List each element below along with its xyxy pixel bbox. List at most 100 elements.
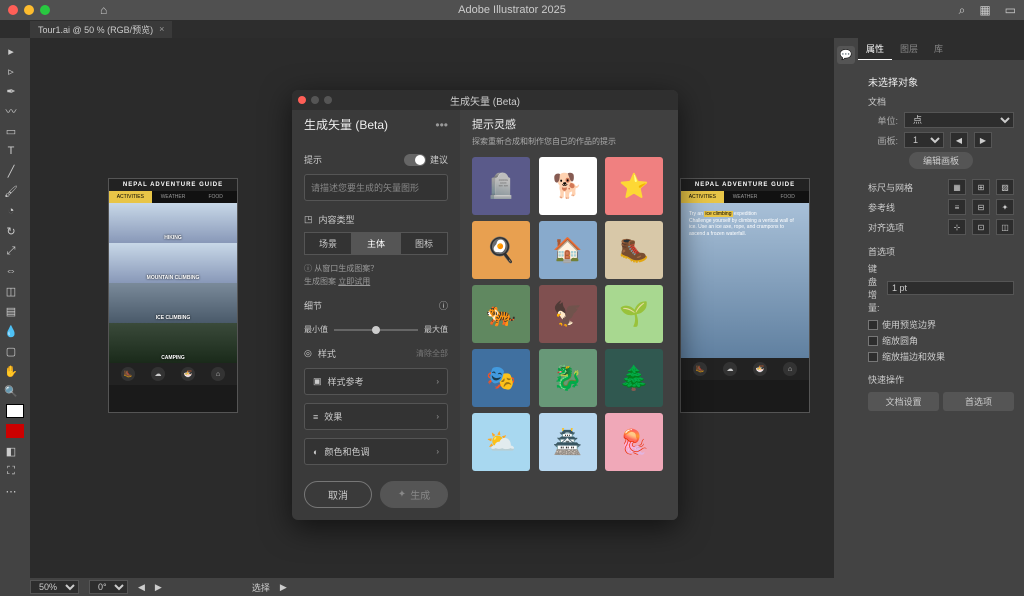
fill-swatch[interactable]	[6, 404, 24, 418]
pen-tool[interactable]: ✒	[0, 82, 22, 100]
snap-pixel-icon[interactable]: ◫	[996, 219, 1014, 235]
close-tab-icon[interactable]: ×	[159, 24, 164, 34]
arrange-icon[interactable]: ▭	[1005, 3, 1016, 18]
content-type-subject[interactable]: 主体	[352, 232, 400, 255]
guides-lock-icon[interactable]: ⊟	[972, 199, 990, 215]
tab-properties[interactable]: 属性	[858, 38, 892, 60]
key-increment-input[interactable]	[887, 281, 1014, 295]
snap-point-icon[interactable]: ⊹	[948, 219, 966, 235]
artboard-tool[interactable]: ▢	[0, 342, 22, 360]
transparency-grid-icon[interactable]: ▨	[996, 179, 1014, 195]
document-tab[interactable]: Tour1.ai @ 50 % (RGB/预览) ×	[30, 21, 172, 38]
zoom-select[interactable]: 50%	[30, 580, 79, 594]
inspiration-thumb[interactable]: 🪼	[605, 413, 663, 471]
cancel-button[interactable]: 取消	[304, 481, 372, 508]
detail-info-icon[interactable]: ⓘ	[439, 299, 448, 312]
artboard-1[interactable]: NEPAL ADVENTURE GUIDE ACTIVITIES WEATHER…	[108, 178, 238, 413]
nav-prev-icon[interactable]: ◀	[138, 582, 145, 593]
prompt-label: 提示	[304, 153, 322, 166]
inspiration-thumb[interactable]: 🍳	[472, 221, 530, 279]
scale-strokes-checkbox[interactable]	[868, 352, 878, 362]
inspiration-thumb[interactable]: 🦅	[539, 285, 597, 343]
inspiration-thumb[interactable]: 🌱	[605, 285, 663, 343]
gradient-tool[interactable]: ▤	[0, 302, 22, 320]
comments-icon[interactable]: 💬	[837, 46, 855, 64]
artboard-2[interactable]: NEPAL ADVENTURE GUIDE ACTIVITIES WEATHER…	[680, 178, 810, 413]
ab-icon-activities-2: 🥾	[693, 362, 707, 376]
snap-grid-icon[interactable]: ⊡	[972, 219, 990, 235]
stroke-swatch[interactable]	[6, 424, 24, 438]
ruler-icon[interactable]: ▦	[948, 179, 966, 195]
inspiration-thumb[interactable]: ⭐	[605, 157, 663, 215]
tab-libraries[interactable]: 库	[926, 38, 951, 60]
screen-mode[interactable]: ⛶	[0, 462, 22, 480]
width-tool[interactable]: ⇔	[0, 262, 22, 280]
dialog-close-btn[interactable]	[298, 96, 306, 104]
inspiration-thumb[interactable]: 🎭	[472, 349, 530, 407]
generate-button[interactable]: ✦生成	[380, 481, 448, 508]
prefs-btn[interactable]: 首选项	[943, 392, 1014, 411]
smart-guides-icon[interactable]: ✦	[996, 199, 1014, 215]
inspiration-thumb[interactable]: 🐕	[539, 157, 597, 215]
status-play-icon[interactable]: ▶	[280, 582, 287, 593]
artboard-select[interactable]: 1	[904, 132, 944, 148]
inspiration-thumb[interactable]: 🐉	[539, 349, 597, 407]
preview-bounds-checkbox[interactable]	[868, 320, 878, 330]
nav-next-icon[interactable]: ▶	[155, 582, 162, 593]
scale-tool[interactable]: ⤢	[0, 242, 22, 260]
style-reference-row[interactable]: ▣样式参考 ›	[304, 368, 448, 395]
content-type-icon[interactable]: 图标	[400, 232, 448, 255]
guides-toggle-icon[interactable]: ≡	[948, 199, 966, 215]
direct-selection-tool[interactable]: ▹	[0, 62, 22, 80]
selection-tool[interactable]: ▸	[0, 42, 22, 60]
home-icon[interactable]: ⌂	[100, 3, 107, 17]
minimize-window-btn[interactable]	[24, 5, 34, 15]
doc-setup-btn[interactable]: 文档设置	[868, 392, 939, 411]
detail-slider[interactable]	[334, 329, 418, 331]
hand-tool[interactable]: ✋	[0, 362, 22, 380]
content-type-scene[interactable]: 场景	[304, 232, 352, 255]
close-window-btn[interactable]	[8, 5, 18, 15]
grid-icon[interactable]: ⊞	[972, 179, 990, 195]
prev-artboard-btn[interactable]: ◀	[950, 132, 968, 148]
curvature-tool[interactable]: 〰	[0, 102, 22, 120]
shape-builder-tool[interactable]: ◔	[0, 202, 22, 220]
inspiration-thumb[interactable]: 🪦	[472, 157, 530, 215]
maximize-window-btn[interactable]	[40, 5, 50, 15]
tab-layers[interactable]: 图层	[892, 38, 926, 60]
ab-icon-activities: 🥾	[121, 367, 135, 381]
rotation-select[interactable]: 0°	[89, 580, 128, 594]
units-select[interactable]: 点	[904, 112, 1014, 128]
section-camping: CAMPING	[109, 323, 237, 363]
eyedropper-tool[interactable]: 💧	[0, 322, 22, 340]
inspiration-thumb[interactable]: 🏠	[539, 221, 597, 279]
edit-toolbar[interactable]: ⋯	[0, 482, 22, 500]
more-options-icon[interactable]: •••	[435, 118, 448, 132]
suggest-toggle[interactable]	[404, 154, 426, 166]
inspiration-thumb[interactable]: 🏯	[539, 413, 597, 471]
inspiration-thumb[interactable]: 🥾	[605, 221, 663, 279]
inspiration-thumb[interactable]: ⛅	[472, 413, 530, 471]
scale-corners-checkbox[interactable]	[868, 336, 878, 346]
line-tool[interactable]: ╱	[0, 162, 22, 180]
edit-artboard-btn[interactable]: 编辑画板	[909, 152, 973, 169]
style-icon: ◎	[304, 348, 312, 359]
type-tool[interactable]: T	[0, 142, 22, 160]
paintbrush-tool[interactable]: 🖌	[0, 182, 22, 200]
draw-mode[interactable]: ◧	[0, 442, 22, 460]
rectangle-tool[interactable]: ▭	[0, 122, 22, 140]
prompt-input[interactable]: 请描述您要生成的矢量图形	[304, 174, 448, 201]
eraser-tool[interactable]: ◫	[0, 282, 22, 300]
next-artboard-btn[interactable]: ▶	[974, 132, 992, 148]
clear-all-btn[interactable]: 清除全部	[416, 348, 448, 359]
inspiration-thumb[interactable]: 🌲	[605, 349, 663, 407]
try-now-link[interactable]: 立即试用	[338, 277, 370, 286]
effects-row[interactable]: ≡效果 ›	[304, 403, 448, 430]
search-icon[interactable]: ⌕	[959, 3, 966, 18]
dialog-titlebar[interactable]: 生成矢量 (Beta)	[292, 90, 678, 110]
zoom-tool[interactable]: 🔍	[0, 382, 22, 400]
workspace-icon[interactable]: ▦	[979, 3, 990, 18]
inspiration-thumb[interactable]: 🐅	[472, 285, 530, 343]
color-tone-row[interactable]: ◐颜色和色调 ›	[304, 438, 448, 465]
rotate-tool[interactable]: ↻	[0, 222, 22, 240]
